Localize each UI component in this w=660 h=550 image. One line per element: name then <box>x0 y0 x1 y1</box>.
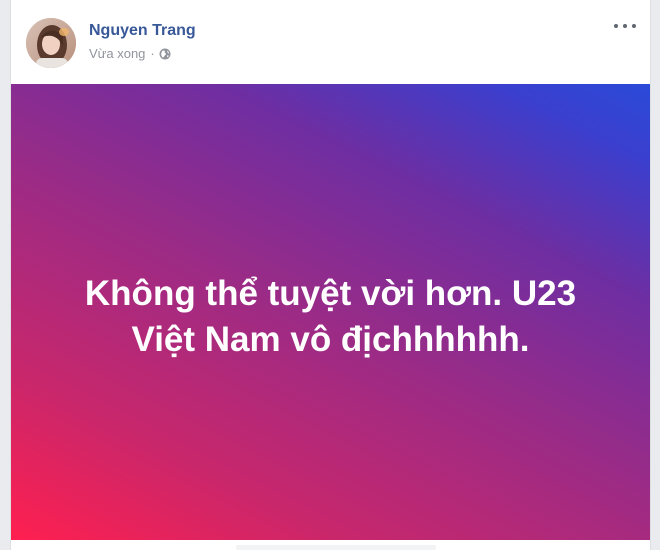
meta-separator: · <box>150 46 155 61</box>
post-header: Nguyen Trang Vừa xong · <box>11 0 650 82</box>
post-message: Không thể tuyệt vời hơn. U23 Việt Nam vô… <box>84 274 577 359</box>
author-avatar[interactable] <box>26 18 76 68</box>
feed-page: Nguyen Trang Vừa xong · Không thể tuyệt … <box>0 0 660 550</box>
post-card: Nguyen Trang Vừa xong · Không thể tuyệt … <box>10 0 651 550</box>
author-name[interactable]: Nguyen Trang <box>89 22 196 40</box>
dot <box>623 24 627 28</box>
more-options-icon[interactable] <box>614 18 636 34</box>
dot <box>632 24 636 28</box>
post-text-background: Không thể tuyệt vời hơn. U23 Việt Nam vô… <box>11 84 650 540</box>
globe-icon[interactable] <box>159 48 171 60</box>
post-footer-bar <box>236 545 436 550</box>
post-meta: Vừa xong · <box>89 46 171 61</box>
post-timestamp[interactable]: Vừa xong <box>89 46 145 61</box>
avatar-image <box>26 18 76 68</box>
dot <box>614 24 618 28</box>
